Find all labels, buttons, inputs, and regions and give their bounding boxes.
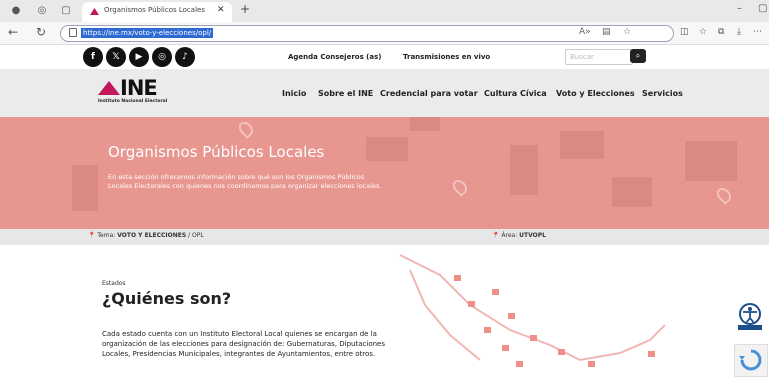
tab-actions-icon[interactable]: ▢ (60, 5, 72, 17)
workspaces-icon[interactable]: ◎ (36, 5, 48, 17)
state-marker (468, 301, 475, 307)
youtube-icon[interactable]: ▶ (129, 47, 149, 67)
back-icon[interactable]: ← (8, 25, 18, 39)
section-paragraph: Cada estado cuenta con un Instituto Elec… (102, 330, 385, 358)
state-marker (454, 275, 461, 281)
agenda-consejeros-link[interactable]: Agenda Consejeros (as) (288, 53, 381, 61)
building-illustration (366, 137, 408, 161)
url-text[interactable]: https://ine.mx/voto-y-elecciones/opl/ (81, 28, 214, 38)
split-screen-icon[interactable]: ◫ (680, 27, 689, 37)
lock-icon (69, 28, 77, 37)
state-marker (558, 349, 565, 355)
area-value: UTVOPL (519, 232, 546, 239)
read-aloud-icon[interactable]: A» (579, 27, 591, 37)
pin-icon: 📍 (88, 232, 96, 239)
ine-top-bar: f 𝕏 ▶ ◎ ♪ Agenda Consejeros (as) Transmi… (0, 45, 769, 69)
downloads-icon[interactable]: ⤓ (737, 27, 741, 37)
logo-subtitle: Instituto Nacional Electoral (98, 99, 168, 104)
tema-breadcrumb: 📍 Tema: VOTO Y ELECCIONES / OPL (88, 232, 204, 239)
topic-bar: 📍 Tema: VOTO Y ELECCIONES / OPL 📍 Área: … (0, 229, 769, 245)
map-pin-icon (236, 119, 256, 139)
area-label: Área: (501, 232, 518, 239)
ine-favicon-icon (90, 8, 99, 15)
refresh-icon[interactable]: ↻ (36, 25, 46, 39)
browser-tab[interactable]: Organismos Públicos Locales - In ✕ (82, 2, 232, 22)
building-illustration (685, 141, 737, 181)
tab-title: Organismos Públicos Locales - In (104, 6, 206, 14)
extensions-icon[interactable]: ⋯ (753, 27, 762, 37)
x-icon[interactable]: 𝕏 (106, 47, 126, 67)
building-illustration (560, 131, 604, 159)
browser-toolbar: ← ↻ https://ine.mx/voto-y-elecciones/opl… (0, 22, 769, 45)
nav-credencial[interactable]: Credencial para votar (380, 89, 478, 98)
section-heading: ¿Quiénes son? (102, 289, 232, 308)
nav-sobre-el-ine[interactable]: Sobre el INE (318, 89, 373, 98)
browser-tab-bar: ● ◎ ▢ Organismos Públicos Locales - In ✕… (0, 0, 769, 22)
building-illustration (410, 117, 440, 131)
map-pin-icon (714, 185, 734, 205)
minimize-icon[interactable]: – (737, 3, 742, 14)
hero-banner: Organismos Públicos Locales En esta secc… (0, 117, 769, 229)
close-tab-icon[interactable]: ✕ (217, 5, 225, 15)
state-marker (648, 351, 655, 357)
nav-inicio[interactable]: Inicio (282, 89, 306, 98)
nav-voto-elecciones[interactable]: Voto y Elecciones (556, 89, 635, 98)
collections-icon[interactable]: ⧉ (718, 27, 724, 37)
building-illustration (612, 177, 652, 207)
state-marker (508, 313, 515, 319)
main-navigation: INE Instituto Nacional Electoral Inicio … (0, 69, 769, 117)
search-input[interactable]: Buscar (565, 49, 633, 65)
state-marker (530, 335, 537, 341)
state-marker (502, 345, 509, 351)
nav-cultura-civica[interactable]: Cultura Cívica (484, 89, 547, 98)
logo-triangle-icon (98, 81, 120, 95)
favorites-icon[interactable]: ☆ (699, 27, 707, 37)
search-icon[interactable]: ⌕ (630, 49, 646, 63)
tiktok-icon[interactable]: ♪ (175, 47, 195, 67)
ine-logo[interactable]: INE Instituto Nacional Electoral (98, 76, 198, 109)
accessibility-widget[interactable] (738, 303, 762, 331)
mexico-map-outline (399, 254, 666, 362)
accessibility-icon (738, 303, 762, 330)
instagram-icon[interactable]: ◎ (152, 47, 172, 67)
favorite-star-icon[interactable]: ☆ (623, 27, 631, 37)
location-icon: 📍 (492, 232, 500, 239)
building-illustration (72, 165, 98, 211)
new-tab-icon[interactable]: + (240, 2, 250, 16)
state-marker (492, 289, 499, 295)
profile-icon[interactable]: ● (10, 5, 22, 17)
state-marker (516, 361, 523, 367)
facebook-icon[interactable]: f (83, 47, 103, 67)
window-restore-icon[interactable]: ▢ (758, 3, 767, 14)
mexico-map-illustration (380, 245, 680, 375)
state-marker (588, 361, 595, 367)
main-content: Estados ¿Quiénes son? Cada estado cuenta… (0, 245, 769, 375)
area-breadcrumb: 📍 Área: UTVOPL (492, 232, 546, 239)
tema-sub[interactable]: / OPL (188, 232, 204, 239)
building-illustration (510, 145, 538, 195)
map-pin-icon (450, 177, 470, 197)
nav-servicios[interactable]: Servicios (642, 89, 683, 98)
address-bar[interactable]: https://ine.mx/voto-y-elecciones/opl/ A»… (60, 25, 674, 42)
immersive-reader-icon[interactable]: ▤ (602, 27, 611, 37)
logo-text: INE (120, 76, 158, 100)
tema-value[interactable]: VOTO Y ELECCIONES (117, 232, 186, 239)
transmisiones-link[interactable]: Transmisiones en vivo (403, 53, 490, 61)
recaptcha-badge[interactable] (734, 344, 768, 377)
hero-description: En esta sección ofrecemos información so… (108, 173, 382, 190)
page-title: Organismos Públicos Locales (108, 143, 325, 161)
section-kicker: Estados (102, 280, 126, 287)
state-marker (484, 327, 491, 333)
recaptcha-icon (739, 349, 762, 371)
tema-label: Tema: (97, 232, 116, 239)
